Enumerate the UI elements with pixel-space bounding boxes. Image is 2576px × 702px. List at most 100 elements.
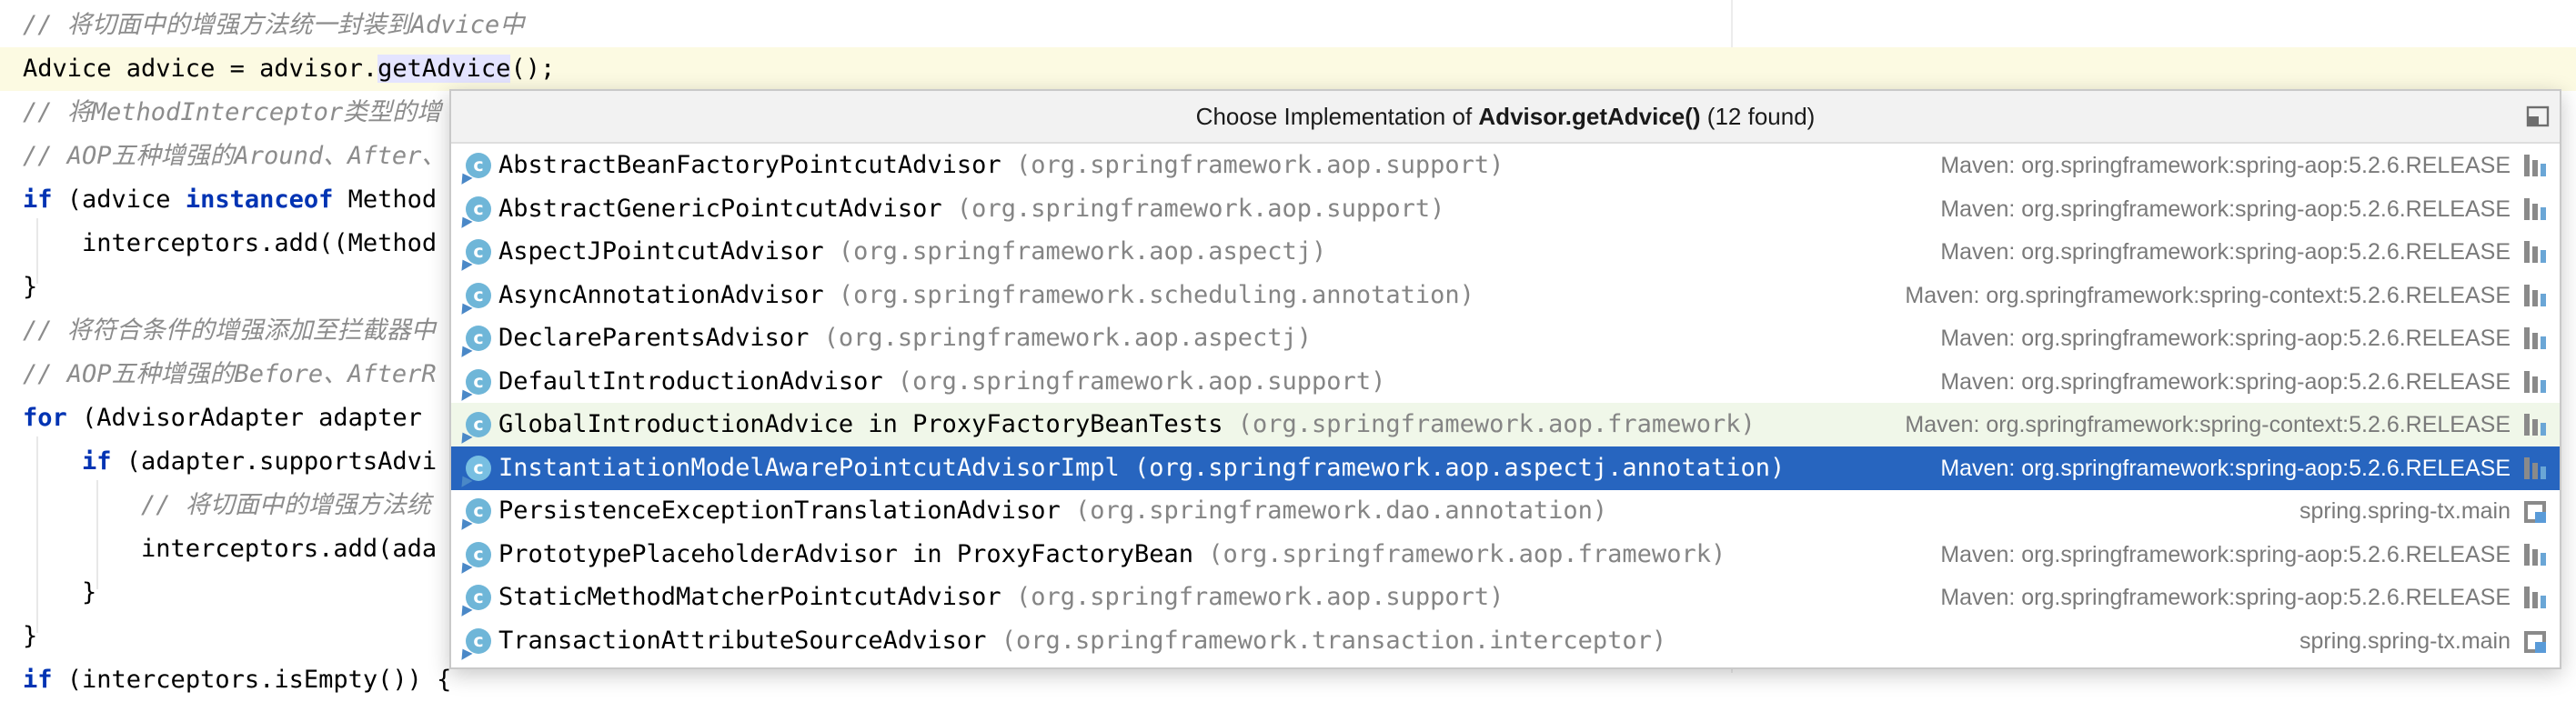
library-icon xyxy=(2524,587,2546,608)
code-line[interactable]: // 将符合条件的增强添加至拦截器中 xyxy=(23,309,436,353)
implementation-item[interactable]: c TransactionAttributeSourceAdvisor (org.… xyxy=(451,619,2560,663)
pin-window-icon[interactable] xyxy=(2525,104,2551,129)
implementation-item[interactable]: c PersistenceExceptionTranslationAdvisor … xyxy=(451,489,2560,533)
class-name: AbstractBeanFactoryPointcutAdvisor xyxy=(498,151,1001,179)
code-token: (interceptors.isEmpty()) { xyxy=(52,666,452,694)
implementation-item[interactable]: c AspectJPointcutAdvisor (org.springframe… xyxy=(451,230,2560,274)
code-comment: 类型的增 xyxy=(343,98,442,126)
implementation-name: AspectJPointcutAdvisor (org.springframew… xyxy=(498,230,1326,274)
source-location: Maven: org.springframework:spring-aop:5.… xyxy=(1940,541,2511,567)
package-name: (org.springframework.aop.support) xyxy=(1001,583,1504,611)
code-comment: 、 xyxy=(421,142,447,170)
code-comment: // 将切面中的增强方法统一封装到 xyxy=(23,11,411,39)
class-name: AspectJPointcutAdvisor xyxy=(498,237,824,266)
package-name: (org.springframework.aop.support) xyxy=(882,366,1386,396)
class-name: StaticMethodMatcherPointcutAdvisor xyxy=(498,583,1001,611)
implementation-item[interactable]: c AbstractGenericPointcutAdvisor (org.spr… xyxy=(451,187,2560,231)
source-location: Maven: org.springframework:spring-aop:5.… xyxy=(1940,585,2511,610)
implementation-name: DeclareParentsAdvisor (org.springframewo… xyxy=(498,316,1312,360)
implementation-item[interactable]: c PrototypePlaceholderAdvisor in ProxyFac… xyxy=(451,533,2560,577)
code-token: Advice advice = advisor. xyxy=(23,55,378,83)
code-comment: After xyxy=(347,142,422,170)
code-line[interactable]: // 将切面中的增强方法统一封装到Advice中 xyxy=(23,4,524,47)
implementation-name: AsyncAnnotationAdvisor (org.springframew… xyxy=(498,274,1474,317)
module-icon xyxy=(2524,630,2546,653)
choose-implementation-popup: Choose Implementation of Advisor.getAdvi… xyxy=(449,89,2561,669)
code-comment: MethodInterceptor xyxy=(91,98,344,126)
code-line[interactable]: Advice advice = advisor.getAdvice(); xyxy=(0,47,2576,91)
code-line[interactable]: if (advice instanceof Method xyxy=(23,178,437,222)
code-line[interactable]: // 将切面中的增强方法统 xyxy=(23,484,431,527)
code-line[interactable]: // AOP五种增强的Before、AfterR xyxy=(23,353,437,396)
package-name: (org.springframework.scheduling.annotati… xyxy=(823,280,1474,309)
implementation-item[interactable]: c InstantiationModelAwarePointcutAdvisorI… xyxy=(451,446,2560,490)
code-line[interactable]: } xyxy=(23,615,37,658)
code-token: } xyxy=(23,273,38,301)
code-line[interactable]: interceptors.add(ada xyxy=(23,527,437,571)
code-token: } xyxy=(23,578,97,607)
package-name: (org.springframework.dao.annotation) xyxy=(1060,496,1608,525)
code-token: (); xyxy=(510,55,556,83)
code-token: (AdvisorAdapter adapter xyxy=(66,404,422,432)
implementation-item[interactable]: c DeclareParentsAdvisor (org.springframew… xyxy=(451,316,2560,360)
source-location: Maven: org.springframework:spring-aop:5.… xyxy=(1940,239,2511,265)
code-keyword: instanceof xyxy=(185,186,334,214)
implementation-name: StaticMethodMatcherPointcutAdvisor (org.… xyxy=(498,576,1504,619)
source-location: Maven: org.springframework:spring-aop:5.… xyxy=(1940,368,2511,395)
source-location: Maven: org.springframework:spring-contex… xyxy=(1905,412,2511,437)
code-line[interactable]: // 将MethodInterceptor类型的增 xyxy=(23,91,441,135)
implementation-name: DefaultIntroductionAdvisor (org.springfr… xyxy=(498,360,1385,404)
popup-title: Choose Implementation of Advisor.getAdvi… xyxy=(451,91,2560,144)
code-keyword: for xyxy=(23,404,67,432)
implementation-item[interactable]: c StaticMethodMatcherPointcutAdvisor (org… xyxy=(451,576,2560,619)
code-token: (adapter.supportsAdvi xyxy=(111,447,438,476)
code-comment: // 将切面中的增强方法统 xyxy=(23,491,431,519)
source-location: spring.spring-tx.main xyxy=(2299,627,2511,654)
implementation-item[interactable]: c DefaultIntroductionAdvisor (org.springf… xyxy=(451,360,2560,404)
library-icon xyxy=(2524,241,2546,263)
package-name: (org.springframework.aop.framework) xyxy=(1193,539,1726,568)
code-token: } xyxy=(23,622,38,650)
code-line[interactable]: if (adapter.supportsAdvi xyxy=(23,440,437,484)
source-location: Maven: org.springframework:spring-contex… xyxy=(1905,282,2511,308)
code-token: (advice xyxy=(52,186,186,214)
implementation-item[interactable]: c AsyncAnnotationAdvisor (org.springframe… xyxy=(451,274,2560,317)
package-name: (org.springframework.aop.aspectj) xyxy=(823,237,1327,266)
implementation-name: AbstractGenericPointcutAdvisor (org.spri… xyxy=(498,187,1444,231)
code-comment: // AOP五种增强的 xyxy=(23,142,235,170)
source-location: Maven: org.springframework:spring-aop:5.… xyxy=(1940,153,2511,178)
library-icon xyxy=(2524,155,2546,176)
source-location: spring.spring-tx.main xyxy=(2299,498,2511,524)
package-name: (org.springframework.aop.support) xyxy=(941,194,1445,223)
implementation-name: TransactionAttributeSourceAdvisor (org.s… xyxy=(498,619,1666,663)
popup-title-method: Advisor.getAdvice() xyxy=(1478,103,1701,130)
code-line[interactable]: // AOP五种增强的Around、After、 xyxy=(23,135,446,178)
code-token: Method xyxy=(333,186,438,214)
code-line[interactable]: for (AdvisorAdapter adapter xyxy=(23,396,422,440)
code-line[interactable]: } xyxy=(23,266,37,309)
implementation-item[interactable]: c GlobalIntroductionAdvice in ProxyFactor… xyxy=(451,403,2560,446)
code-comment: 中 xyxy=(499,11,525,39)
implementation-item[interactable]: c AbstractBeanFactoryPointcutAdvisor (org… xyxy=(451,144,2560,187)
highlighted-method: getAdvice xyxy=(377,55,511,83)
implementation-name: PrototypePlaceholderAdvisor in ProxyFact… xyxy=(498,533,1726,577)
class-name: InstantiationModelAwarePointcutAdvisorIm… xyxy=(498,453,1120,482)
code-comment: // AOP五种增强的 xyxy=(23,360,235,388)
package-name: (org.springframework.aop.aspectj) xyxy=(809,324,1313,352)
package-name: (org.springframework.aop.aspectj.annotat… xyxy=(1119,453,1786,482)
implementation-name: PersistenceExceptionTranslationAdvisor (… xyxy=(498,489,1607,533)
code-keyword: if xyxy=(23,666,53,694)
source-location: Maven: org.springframework:spring-aop:5.… xyxy=(1940,196,2511,222)
library-icon xyxy=(2524,370,2546,393)
library-icon xyxy=(2524,543,2546,566)
code-line[interactable]: } xyxy=(23,571,96,615)
code-comment: // 将 xyxy=(23,98,92,126)
popup-title-count: (12 found) xyxy=(1700,103,1816,130)
class-name: DefaultIntroductionAdvisor xyxy=(498,366,883,396)
class-name: PrototypePlaceholderAdvisor in ProxyFact… xyxy=(498,539,1194,568)
code-comment: Advice xyxy=(410,11,500,39)
code-line[interactable]: if (interceptors.isEmpty()) { xyxy=(23,658,451,702)
code-line[interactable]: interceptors.add((Method xyxy=(23,222,437,266)
code-comment: 、 xyxy=(323,142,348,170)
